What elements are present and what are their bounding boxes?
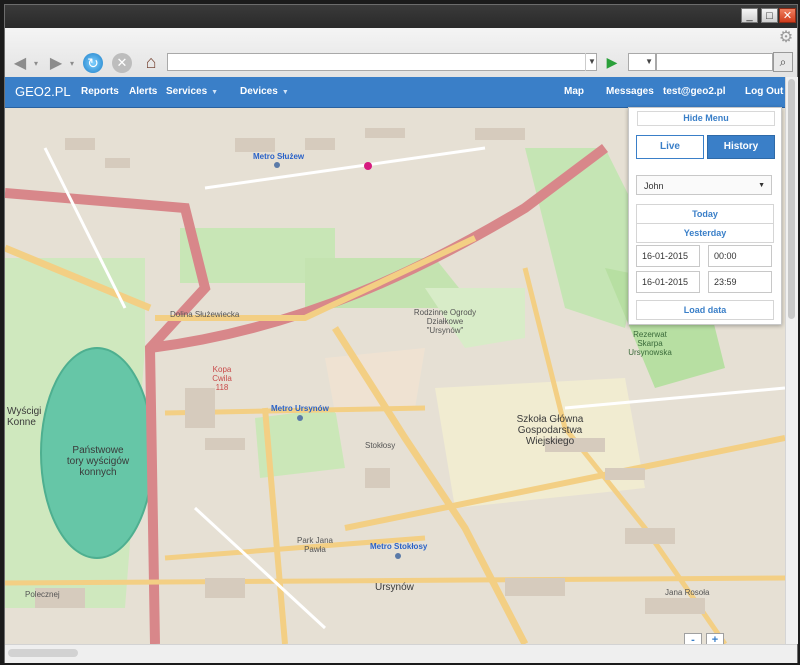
vertical-scrollbar[interactable] bbox=[785, 77, 798, 644]
maximize-button[interactable]: □ bbox=[761, 8, 778, 23]
close-button[interactable]: ✕ bbox=[779, 8, 796, 23]
from-time-field[interactable] bbox=[708, 245, 772, 267]
nav-logout[interactable]: Log Out bbox=[745, 77, 783, 107]
nav-map[interactable]: Map bbox=[564, 77, 584, 107]
search-engine-select[interactable]: ▼ bbox=[628, 53, 656, 71]
tab-history[interactable]: History bbox=[707, 135, 775, 159]
side-menu-panel: Hide Menu Live History John ▼ Today Yest… bbox=[628, 107, 782, 325]
map-label-jana-rosola: Jana Rosoła bbox=[665, 588, 710, 597]
map-label-kopa: Kopa Cwila 118 bbox=[212, 365, 232, 392]
load-data-button[interactable]: Load data bbox=[636, 300, 774, 320]
nav-user[interactable]: test@geo2.pl bbox=[663, 77, 726, 107]
nav-alerts[interactable]: Alerts bbox=[129, 77, 157, 107]
map-label-ursynow: Ursynów bbox=[375, 582, 414, 593]
map-label-park: Park Jana Pawła bbox=[296, 536, 334, 554]
nav-reports[interactable]: Reports bbox=[81, 77, 119, 107]
title-bar: _ □ ✕ bbox=[5, 5, 797, 28]
url-dropdown[interactable]: ▼ bbox=[585, 53, 598, 71]
zoom-in-button[interactable]: + bbox=[706, 633, 724, 644]
forward-history-dropdown[interactable]: ▾ bbox=[67, 53, 77, 75]
refresh-icon[interactable]: ↻ bbox=[83, 53, 103, 73]
map-label-rezerwat: Rezerwat Skarpa Ursynowska bbox=[628, 330, 672, 357]
search-input[interactable] bbox=[656, 53, 773, 71]
search-icon[interactable]: ⌕ bbox=[773, 52, 793, 72]
chevron-down-icon: ▼ bbox=[281, 89, 289, 96]
url-input[interactable] bbox=[167, 53, 597, 71]
hide-menu-button[interactable]: Hide Menu bbox=[637, 111, 775, 126]
back-button[interactable]: ◀ bbox=[9, 53, 31, 75]
to-time-field[interactable] bbox=[708, 271, 772, 293]
map-label-stoklosy: Stokłosy bbox=[365, 441, 396, 450]
go-icon[interactable]: ▶ bbox=[603, 53, 621, 71]
nav-services[interactable]: Services ▼ bbox=[166, 77, 218, 108]
yesterday-button[interactable]: Yesterday bbox=[636, 223, 774, 243]
nav-devices-label: Devices bbox=[240, 86, 278, 97]
from-date-field[interactable] bbox=[636, 245, 700, 267]
stop-icon[interactable]: ✕ bbox=[112, 53, 132, 73]
back-history-dropdown[interactable]: ▾ bbox=[31, 53, 41, 75]
map-label-ogrody: Rodzinne Ogrody Działkowe "Ursynów" bbox=[413, 308, 477, 335]
nav-messages[interactable]: Messages bbox=[606, 77, 654, 107]
app-navbar: GEO2.PL Reports Alerts Services ▼ Devices… bbox=[5, 77, 785, 108]
home-icon[interactable]: ⌂ bbox=[141, 52, 161, 72]
browser-window: _ □ ✕ ⚙ ◀ ▾ ▶ ▾ ↻ ✕ ⌂ ▼ ▶ ▼ ⌕ GEO2.PL Re… bbox=[4, 4, 798, 663]
map-label-wyscigi: Wyścigi Konne bbox=[7, 406, 42, 428]
browser-toolbar: ⚙ ◀ ▾ ▶ ▾ ↻ ✕ ⌂ ▼ ▶ ▼ ⌕ bbox=[5, 28, 797, 78]
forward-button[interactable]: ▶ bbox=[45, 53, 67, 75]
chevron-down-icon: ▼ bbox=[758, 182, 765, 189]
gear-icon[interactable]: ⚙ bbox=[777, 29, 795, 47]
map-label-dolina: Dolina Służewiecka bbox=[170, 310, 240, 319]
to-date-field[interactable] bbox=[636, 271, 700, 293]
today-button[interactable]: Today bbox=[636, 204, 774, 224]
nav-services-label: Services bbox=[166, 86, 208, 97]
horizontal-scroll-thumb[interactable] bbox=[8, 649, 78, 657]
map-label-metro-ursynow: Metro Ursynów bbox=[271, 404, 329, 413]
nav-devices[interactable]: Devices ▼ bbox=[240, 77, 289, 108]
device-select[interactable]: John ▼ bbox=[636, 175, 772, 195]
tab-live[interactable]: Live bbox=[636, 135, 704, 159]
zoom-out-button[interactable]: - bbox=[684, 633, 702, 644]
minimize-button[interactable]: _ bbox=[741, 8, 758, 23]
horizontal-scrollbar[interactable] bbox=[5, 644, 797, 663]
map-label-sggw: Szkoła Główna Gospodarstwa Wiejskiego bbox=[516, 414, 584, 447]
app-logo[interactable]: GEO2.PL bbox=[15, 77, 71, 107]
map-label-metro-sluzew: Metro Służew bbox=[253, 152, 305, 161]
map-label-tory: Państwowe tory wyścigów konnych bbox=[66, 445, 130, 478]
chevron-down-icon: ▼ bbox=[211, 89, 219, 96]
map-label-polecznej: Polecznej bbox=[25, 590, 60, 599]
device-select-value: John bbox=[644, 181, 664, 191]
map-label-metro-stoklosy: Metro Stokłosy bbox=[370, 542, 428, 551]
vertical-scroll-thumb[interactable] bbox=[788, 79, 795, 319]
